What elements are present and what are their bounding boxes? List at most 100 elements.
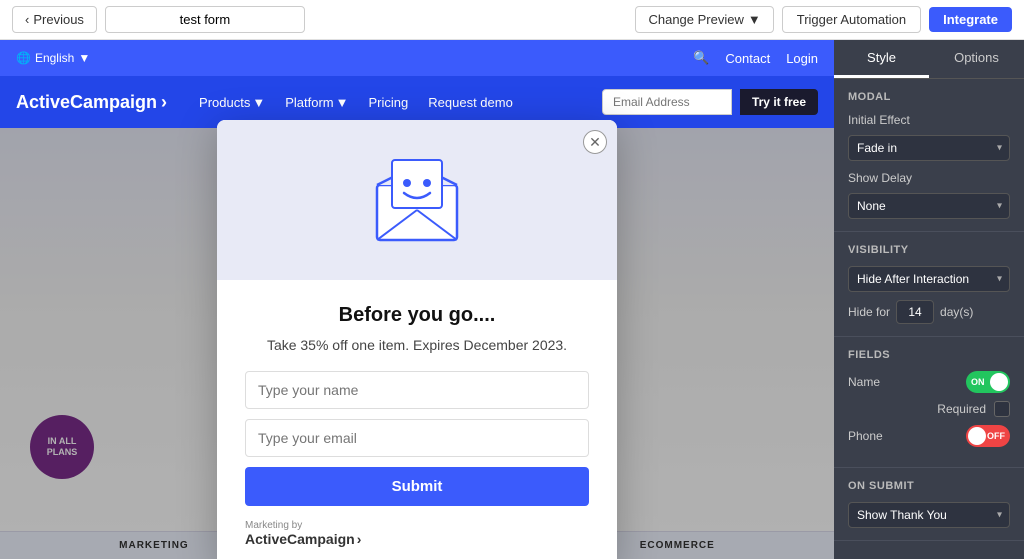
hide-for-row: Hide for day(s) xyxy=(848,300,1010,324)
branding-arrow-icon: › xyxy=(357,531,362,547)
show-delay-label: Show Delay xyxy=(848,171,912,185)
hide-days-input[interactable] xyxy=(896,300,934,324)
top-bar-left: ‹ Previous xyxy=(12,6,305,33)
on-submit-section: On Submit Show Thank You Redirect None xyxy=(834,468,1024,541)
options-tab-label: Options xyxy=(954,50,999,65)
pricing-label: Pricing xyxy=(369,95,409,110)
required-checkbox[interactable] xyxy=(994,401,1010,417)
envelope-icon xyxy=(367,155,467,245)
nav-right: Try it free xyxy=(602,89,818,115)
modal-submit-button[interactable]: Submit xyxy=(245,467,589,506)
visibility-select-wrapper: Hide After Interaction Always Show Show … xyxy=(848,266,1010,292)
modal-email-input[interactable] xyxy=(245,419,589,457)
modal-overlay: ✕ xyxy=(0,128,834,559)
initial-effect-row: Initial Effect xyxy=(848,113,1010,127)
nav-items: Products ▼ Platform ▼ Pricing Request de… xyxy=(199,95,602,110)
chevron-down-icon: ▼ xyxy=(748,12,761,27)
ac-logo: ActiveCampaign › xyxy=(16,92,167,113)
show-delay-select[interactable]: None 3s 5s xyxy=(848,193,1010,219)
marketing-by-label: Marketing by xyxy=(245,520,302,531)
form-name-input[interactable] xyxy=(105,6,305,33)
platform-label: Platform xyxy=(285,95,333,110)
change-preview-button[interactable]: Change Preview ▼ xyxy=(635,6,773,33)
phone-toggle[interactable] xyxy=(966,425,1010,447)
on-submit-select-wrapper: Show Thank You Redirect None xyxy=(848,502,1010,528)
show-delay-row: Show Delay xyxy=(848,171,1010,185)
modal-body: Before you go.... Take 35% off one item.… xyxy=(217,280,617,559)
top-bar-right: Change Preview ▼ Trigger Automation Inte… xyxy=(635,6,1012,33)
required-label: Required xyxy=(937,402,986,416)
main-area: 🌐 English ▼ 🔍 Contact Login ActiveCampai… xyxy=(0,40,1024,559)
lang-dropdown-icon: ▼ xyxy=(78,51,90,65)
modal-name-input[interactable] xyxy=(245,371,589,409)
integrate-button[interactable]: Integrate xyxy=(929,7,1012,32)
tab-options[interactable]: Options xyxy=(929,40,1024,78)
show-delay-select-wrapper: None 3s 5s xyxy=(848,193,1010,219)
tab-style[interactable]: Style xyxy=(834,40,929,78)
on-submit-section-title: On Submit xyxy=(848,480,1010,492)
style-tab-label: Style xyxy=(867,50,896,65)
name-field-row: Name xyxy=(848,371,1010,393)
modal-popup: ✕ xyxy=(217,120,617,559)
language-label: English xyxy=(35,51,74,65)
name-toggle-knob xyxy=(990,373,1008,391)
right-panel: Style Options Modal Initial Effect Fade … xyxy=(834,40,1024,559)
nav-demo[interactable]: Request demo xyxy=(428,95,513,110)
hide-for-label: Hide for xyxy=(848,305,890,319)
chevron-left-icon: ‹ xyxy=(25,12,29,27)
products-dropdown-icon: ▼ xyxy=(252,95,265,110)
visibility-select[interactable]: Hide After Interaction Always Show Show … xyxy=(848,266,1010,292)
change-preview-label: Change Preview xyxy=(648,12,743,27)
nav-platform[interactable]: Platform ▼ xyxy=(285,95,348,110)
platform-dropdown-icon: ▼ xyxy=(336,95,349,110)
logo-arrow-icon: › xyxy=(161,92,167,113)
logo-text: ActiveCampaign xyxy=(16,92,157,113)
name-toggle[interactable] xyxy=(966,371,1010,393)
integrate-label: Integrate xyxy=(943,12,998,27)
nav-products[interactable]: Products ▼ xyxy=(199,95,265,110)
modal-image-area xyxy=(217,120,617,280)
previous-label: Previous xyxy=(33,12,84,27)
required-row: Required xyxy=(848,401,1010,417)
modal-subtitle: Take 35% off one item. Expires December … xyxy=(245,337,589,353)
initial-effect-select-wrapper: Fade in Slide in None xyxy=(848,135,1010,161)
preview-area: 🌐 English ▼ 🔍 Contact Login ActiveCampai… xyxy=(0,40,834,559)
try-free-label: Try it free xyxy=(752,95,806,109)
language-bar: 🌐 English ▼ 🔍 Contact Login xyxy=(0,40,834,76)
ac-branding: ActiveCampaign › xyxy=(245,531,361,547)
contact-link[interactable]: Contact xyxy=(725,51,770,66)
fields-section-title: Fields xyxy=(848,349,1010,361)
modal-footer: Marketing by ActiveCampaign › xyxy=(245,520,589,547)
visibility-section: Visibility Hide After Interaction Always… xyxy=(834,232,1024,337)
products-label: Products xyxy=(199,95,250,110)
panel-tabs: Style Options xyxy=(834,40,1024,79)
name-field-label: Name xyxy=(848,375,880,389)
modal-close-button[interactable]: ✕ xyxy=(583,130,607,154)
initial-effect-label: Initial Effect xyxy=(848,113,910,127)
demo-label: Request demo xyxy=(428,95,513,110)
modal-title: Before you go.... xyxy=(245,304,589,327)
top-bar: ‹ Previous Change Preview ▼ Trigger Auto… xyxy=(0,0,1024,40)
days-label: day(s) xyxy=(940,305,973,319)
search-icon[interactable]: 🔍 xyxy=(693,50,709,66)
previous-button[interactable]: ‹ Previous xyxy=(12,6,97,33)
phone-field-label: Phone xyxy=(848,429,883,443)
try-free-button[interactable]: Try it free xyxy=(740,89,818,115)
fields-section: Fields Name Required Phone xyxy=(834,337,1024,468)
modal-section: Modal Initial Effect Fade in Slide in No… xyxy=(834,79,1024,232)
login-link[interactable]: Login xyxy=(786,51,818,66)
trigger-automation-button[interactable]: Trigger Automation xyxy=(782,6,921,33)
top-nav-links: 🔍 Contact Login xyxy=(693,50,818,66)
nav-pricing[interactable]: Pricing xyxy=(369,95,409,110)
initial-effect-select[interactable]: Fade in Slide in None xyxy=(848,135,1010,161)
submit-label: Submit xyxy=(392,478,443,495)
email-input[interactable] xyxy=(602,89,732,115)
on-submit-select[interactable]: Show Thank You Redirect None xyxy=(848,502,1010,528)
trigger-automation-label: Trigger Automation xyxy=(797,12,906,27)
visibility-section-title: Visibility xyxy=(848,244,1010,256)
phone-field-row: Phone xyxy=(848,425,1010,447)
language-selector[interactable]: 🌐 English ▼ xyxy=(16,51,90,65)
globe-icon: 🌐 xyxy=(16,51,31,65)
phone-toggle-knob xyxy=(968,427,986,445)
website-background: IN ALLPLANS ✕ xyxy=(0,128,834,559)
